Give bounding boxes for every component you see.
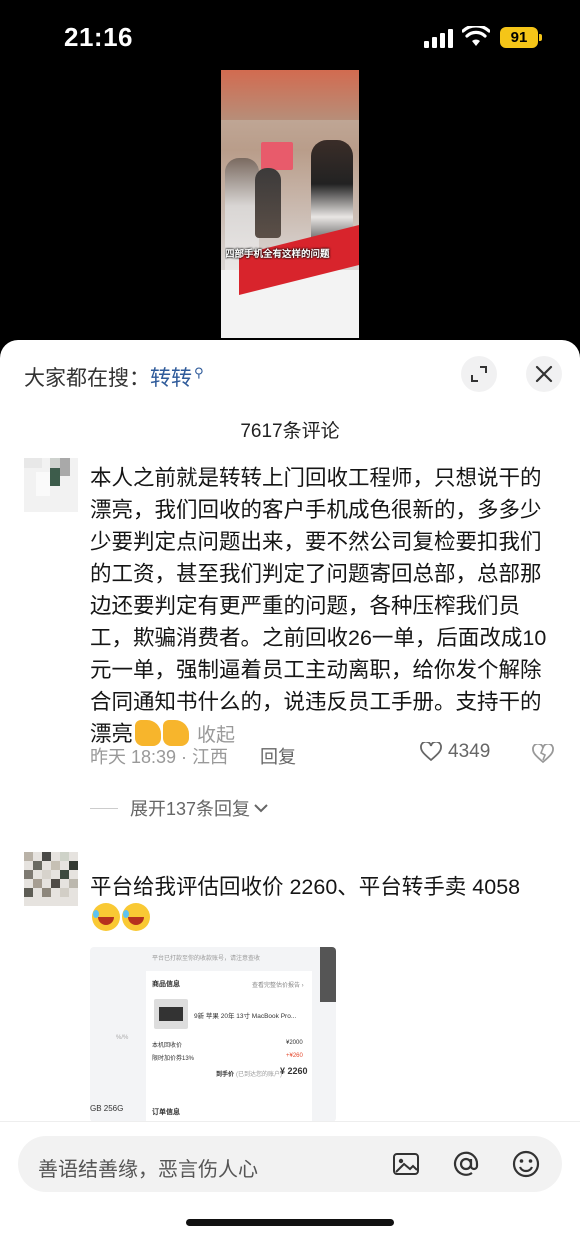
search-suggestion[interactable]: 大家都在搜：转转 ⚲ xyxy=(24,362,204,392)
attachment-row1-value: ¥2000 xyxy=(286,1040,303,1046)
comment-text: 本人之前就是转转上门回收工程师，只想说干的漂亮，我们回收的客户手机成色很新的，多… xyxy=(90,462,550,752)
image-icon[interactable] xyxy=(390,1148,422,1180)
laughing-emoji-icon xyxy=(92,903,120,931)
comment-text: 平台给我评估回收价 2260、平台转手卖 4058 xyxy=(90,871,550,935)
close-icon xyxy=(535,365,553,383)
comment-count: 7617条评论 xyxy=(240,421,340,442)
expand-icon xyxy=(471,366,487,382)
laptop-thumbnail-icon xyxy=(154,999,188,1029)
status-time: 21:16 xyxy=(64,22,133,52)
comment-input[interactable]: 善语结善缘，恶言伤人心 xyxy=(18,1136,562,1192)
comment-body: 本人之前就是转转上门回收工程师，只想说干的漂亮，我们回收的客户手机成色很新的，多… xyxy=(90,466,547,746)
attachment-row2-value: +¥260 xyxy=(286,1053,303,1059)
attachment-order-title: 订单信息 xyxy=(152,1109,180,1116)
video-scene-screen xyxy=(261,142,293,170)
search-icon: ⚲ xyxy=(194,365,204,380)
video-scene-person xyxy=(255,168,281,238)
avatar[interactable] xyxy=(24,852,78,906)
close-button[interactable] xyxy=(526,356,562,392)
attachment-row1-label: 本机回收价 xyxy=(152,1043,183,1049)
comment-input-bar: 善语结善缘，恶言伤人心 xyxy=(0,1121,580,1255)
comment-body: 平台给我评估回收价 2260、平台转手卖 4058 xyxy=(90,875,521,899)
attachment-side-text: GB 256G xyxy=(90,1104,124,1113)
reply-button[interactable]: 回复 xyxy=(260,743,296,769)
comment-timestamp: 昨天 18:39 · 江西 xyxy=(90,747,229,767)
comment-input-placeholder: 善语结善缘，恶言伤人心 xyxy=(38,1159,258,1181)
expand-replies-button[interactable]: 展开137条回复 xyxy=(90,795,269,821)
attachment-section-title: 商品信息 xyxy=(152,981,180,988)
attachment-side-text: %/% xyxy=(116,1035,129,1041)
laughing-emoji-icon xyxy=(122,903,150,931)
expand-replies-label: 展开137条回复 xyxy=(130,799,251,819)
avatar[interactable] xyxy=(24,458,78,512)
battery-indicator: 91 xyxy=(500,27,542,48)
attachment-report-link: 查看完整估价报告 › xyxy=(252,983,304,989)
attachment-total-note: (已到达您的账户) xyxy=(236,1072,282,1078)
attachment-total-label: 到手价 xyxy=(216,1072,235,1078)
heart-icon xyxy=(420,742,442,762)
attachment-total-value: ¥ 2260 xyxy=(280,1066,308,1076)
attachment-top-note: 平台已打款至你的收款账号，请注意查收 xyxy=(152,956,261,962)
wifi-icon xyxy=(462,26,490,46)
like-button[interactable]: 4349 xyxy=(420,741,490,763)
attachment-dark-strip xyxy=(320,947,336,1002)
cellular-signal-icon xyxy=(424,28,454,48)
emoji-icon[interactable] xyxy=(510,1148,542,1180)
status-bar: 21:16 91 xyxy=(0,0,580,70)
search-suggestion-prefix: 大家都在搜： xyxy=(24,367,150,390)
attachment-row2-label: 限时加价券13% xyxy=(152,1056,195,1062)
home-indicator[interactable] xyxy=(186,1219,394,1226)
attachment-product-name: 9新 苹果 20年 13寸 MacBook Pro... xyxy=(194,1013,297,1020)
comment-sheet: 大家都在搜：转转 ⚲ 7617条评论 本人之前就是转转上门回收工程师，只想说干的漂… xyxy=(0,340,580,1255)
video-caption: 四部手机全有这样的问题 xyxy=(225,249,330,260)
video-scene-ceiling xyxy=(221,70,359,120)
divider-line xyxy=(90,807,118,809)
expand-sheet-button[interactable] xyxy=(461,356,497,392)
at-mention-icon[interactable] xyxy=(450,1148,482,1180)
comment-image-attachment[interactable]: 平台已打款至你的收款账号，请注意查收 商品信息 查看完整估价报告 › 9新 苹果… xyxy=(90,947,336,1122)
chevron-down-icon xyxy=(254,804,268,813)
search-suggestion-keyword[interactable]: 转转 xyxy=(150,367,192,390)
like-count: 4349 xyxy=(448,741,491,762)
video-player[interactable]: 四部手机全有这样的问题 xyxy=(221,70,359,338)
broken-heart-icon[interactable] xyxy=(532,744,554,764)
